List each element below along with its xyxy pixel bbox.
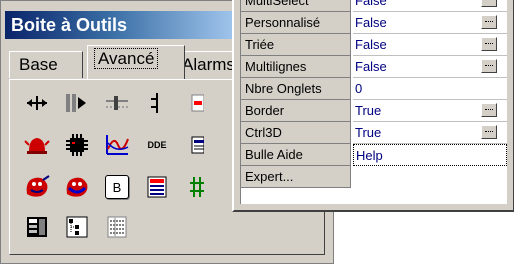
property-row-multilignes[interactable]: Multilignes False [241,56,507,78]
report-list-icon[interactable] [102,212,132,242]
property-label: Triée [241,34,351,56]
property-row-ctrl3d[interactable]: Ctrl3D True [241,122,507,144]
property-grid: MultiSelect False Personnalisé False Tri… [240,0,507,204]
property-label: Bulle Aide [241,144,351,166]
dde-icon-label: DDE [147,140,167,150]
slider-icon[interactable] [102,88,132,118]
property-row-nbre-onglets[interactable]: Nbre Onglets 0 [241,78,507,100]
property-row-expert[interactable]: Expert... [241,166,507,188]
stepper-icon[interactable] [142,88,172,118]
property-label: Border [241,100,351,122]
tab-alarms-label: Alarms [182,55,235,74]
property-label: Expert... [241,166,351,188]
ellipsis-button[interactable] [481,125,497,139]
dde-icon[interactable]: DDE [142,130,172,160]
list-box-icon[interactable] [142,172,172,202]
property-row-personnalise[interactable]: Personnalisé False [241,12,507,34]
property-label: Personnalisé [241,12,351,34]
trend-chart-icon[interactable] [102,130,132,160]
alarm-bell-icon[interactable] [22,130,52,160]
list-partial-icon[interactable] [182,130,212,160]
b-button-label: B [112,179,122,195]
toolbox-tabs: Base Avancé Alarms [9,45,241,79]
pan-bars-icon[interactable] [62,88,92,118]
tab-base[interactable]: Base [9,51,83,78]
mascot-red-icon[interactable] [22,172,52,202]
property-row-border[interactable]: Border True [241,100,507,122]
tree-view-icon[interactable] [62,212,92,242]
property-row-multiselect[interactable]: MultiSelect False [241,0,507,12]
ellipsis-button[interactable] [481,0,497,7]
property-label: MultiSelect [241,0,351,12]
property-sheet: MultiSelect False Personnalisé False Tri… [232,0,514,212]
property-row-triee[interactable]: Triée False [241,34,507,56]
mascot-blue-icon[interactable] [62,172,92,202]
property-value[interactable]: 0 [353,78,507,100]
property-label: Ctrl3D [241,122,351,144]
ellipsis-button[interactable] [481,15,497,29]
toolbox-title: Boite à Outils [5,11,241,39]
ellipsis-button[interactable] [481,59,497,73]
tab-base-label: Base [19,55,58,74]
chip-icon[interactable] [62,130,92,160]
grid-partial-icon[interactable] [182,88,212,118]
b-button-icon[interactable]: B [102,172,132,202]
property-value-input[interactable]: Help [353,144,507,166]
ellipsis-button[interactable] [481,37,497,51]
tab-avance-label: Avancé [94,48,159,69]
property-row-bulle-aide[interactable]: Bulle Aide Help [241,144,507,166]
tab-avance[interactable]: Avancé [87,45,185,79]
ellipsis-button[interactable] [481,103,497,117]
property-label: Nbre Onglets [241,78,351,100]
property-label: Multilignes [241,56,351,78]
table-dark-icon[interactable] [22,212,52,242]
grid-green-icon[interactable] [182,172,212,202]
property-value[interactable] [353,166,507,188]
move-horizontal-icon[interactable] [22,88,52,118]
